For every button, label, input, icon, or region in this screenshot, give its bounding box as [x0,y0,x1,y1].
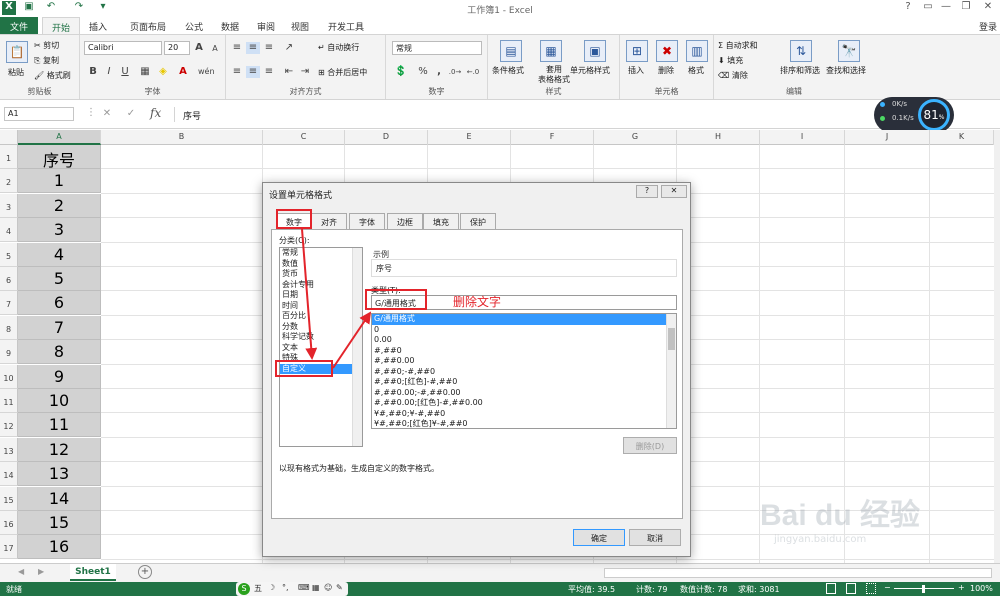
annotation-arrows [301,228,372,369]
arrow-tab-to-custom [301,228,318,360]
arrow-custom-to-type [332,311,372,369]
